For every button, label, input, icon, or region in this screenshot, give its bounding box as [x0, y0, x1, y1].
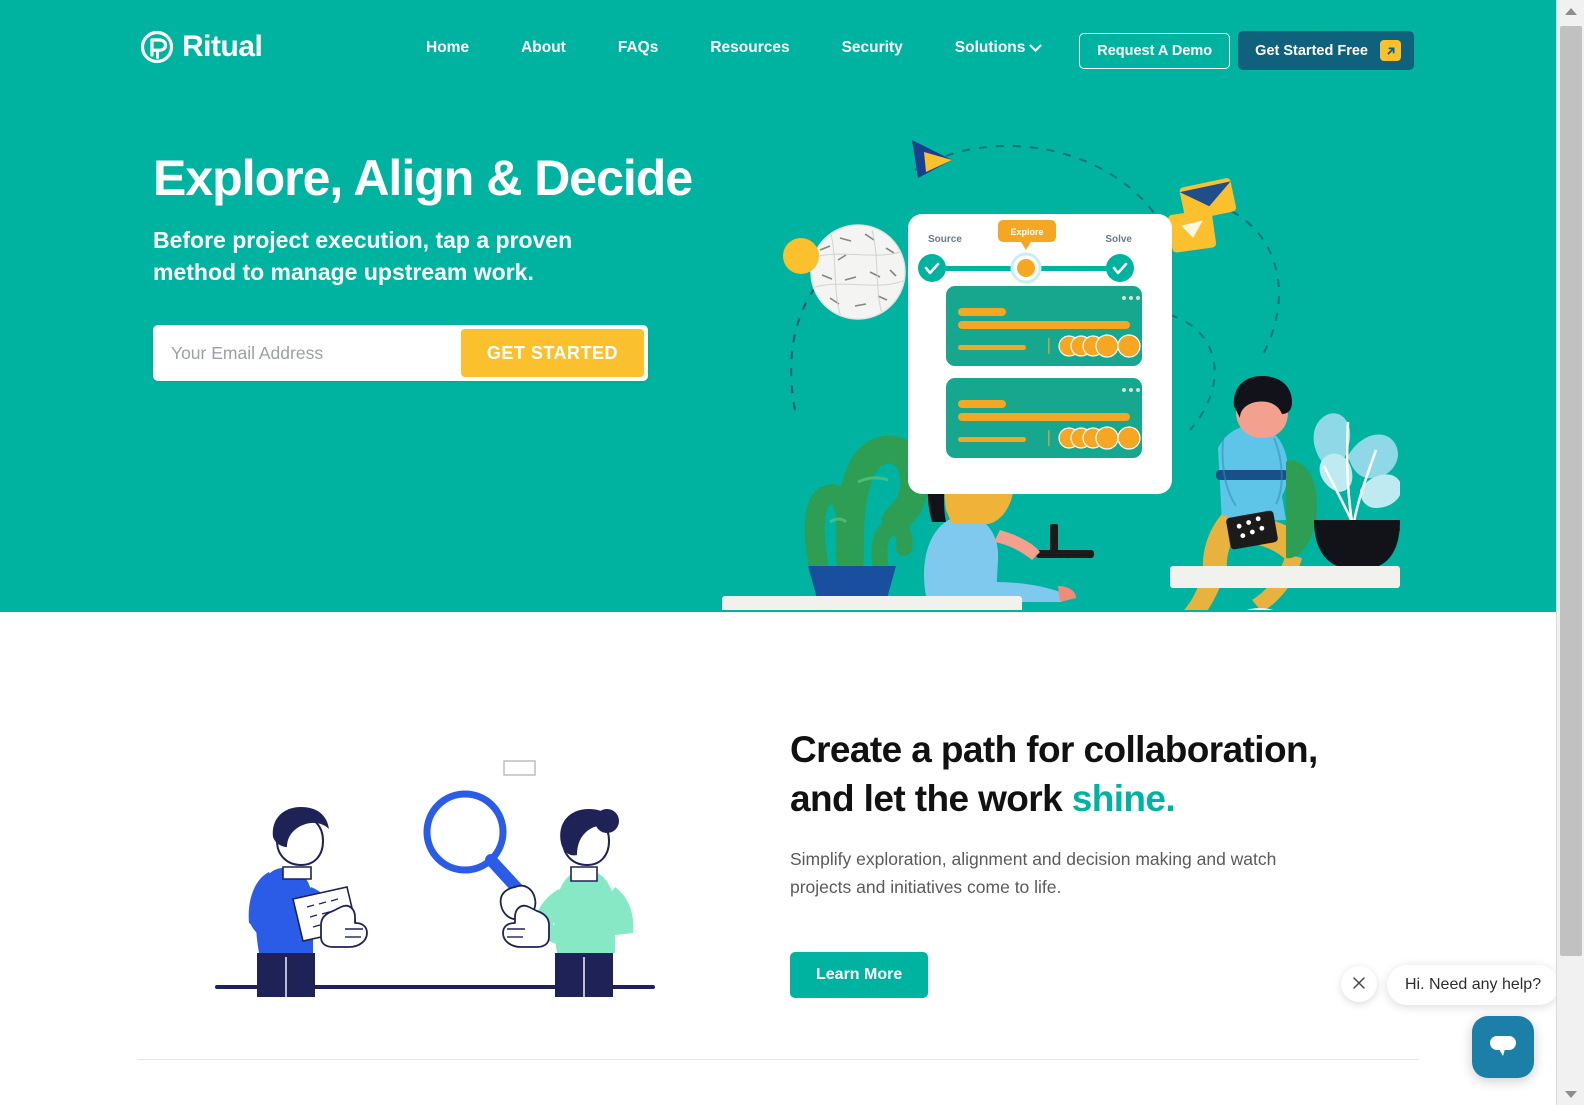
nav-links: Home About FAQs Resources Security Solut… — [400, 36, 1066, 60]
collaboration-section: Create a path for collaboration, and let… — [0, 612, 1556, 1105]
section-title: Create a path for collaboration, and let… — [790, 725, 1350, 823]
close-x-icon — [1351, 975, 1367, 994]
nav-label: About — [521, 39, 566, 56]
section-title-highlight: shine. — [1071, 778, 1176, 819]
get-started-free-button[interactable]: Get Started Free — [1238, 31, 1414, 70]
section-title-main: Create a path for collaboration, and let… — [790, 729, 1318, 819]
chat-greeting-text: Hi. Need any help? — [1405, 976, 1542, 993]
external-link-arrow-icon — [1380, 40, 1401, 61]
scrollbar-thumb[interactable] — [1560, 26, 1582, 956]
scroll-up-button[interactable] — [1557, 0, 1584, 22]
hero-section: Source Solve Explore Ritual Home About F… — [0, 0, 1556, 612]
hero-illustration: Source Solve Explore — [700, 130, 1400, 610]
nav-link-home[interactable]: Home — [400, 36, 495, 60]
nav-actions: Request A Demo Get Started Free — [1079, 31, 1414, 70]
scroll-down-button[interactable] — [1557, 1083, 1584, 1105]
learn-more-button[interactable]: Learn More — [790, 952, 929, 998]
email-input[interactable] — [157, 329, 461, 377]
page-root: Source Solve Explore Ritual Home About F… — [0, 0, 1584, 1105]
get-started-free-label: Get Started Free — [1255, 42, 1368, 59]
nav-label: Resources — [710, 39, 790, 56]
section-body-text: Simplify exploration, alignment and deci… — [790, 849, 1277, 897]
get-started-submit-button[interactable]: GET STARTED — [460, 329, 644, 377]
svg-text:Explore: Explore — [1010, 227, 1043, 237]
triangle-down-icon — [1565, 1090, 1577, 1098]
hero-title: Explore, Align & Decide — [153, 150, 693, 206]
ritual-logo-icon — [140, 30, 174, 64]
vertical-scrollbar[interactable] — [1556, 0, 1584, 1105]
hero-copy: Explore, Align & Decide Before project e… — [153, 148, 773, 288]
brand-logo[interactable]: Ritual — [140, 30, 263, 64]
request-demo-button[interactable]: Request A Demo — [1079, 32, 1231, 69]
chat-launcher-button[interactable] — [1472, 1016, 1534, 1078]
dashboard-card-graphic: Source Solve Explore — [908, 214, 1172, 494]
svg-text:Source: Source — [928, 234, 962, 245]
two-people-magnifying-glass-illustration — [215, 757, 655, 997]
chat-close-button[interactable] — [1341, 966, 1377, 1002]
nav-link-about[interactable]: About — [495, 36, 592, 60]
nav-label: Home — [426, 39, 470, 56]
chat-greeting-bubble[interactable]: Hi. Need any help? — [1387, 965, 1560, 1005]
collaboration-copy: Create a path for collaboration, and let… — [790, 725, 1350, 998]
nav-label: FAQs — [617, 39, 659, 56]
main-navbar: Ritual Home About FAQs Resources Securit… — [0, 0, 1556, 96]
brand-name: Ritual — [182, 30, 263, 63]
email-signup-form: GET STARTED — [153, 325, 648, 381]
triangle-up-icon — [1565, 7, 1577, 15]
section-divider — [137, 1059, 1419, 1060]
hero-subtitle: Before project execution, tap a proven m… — [153, 227, 573, 285]
nav-link-security[interactable]: Security — [816, 36, 929, 60]
nav-link-resources[interactable]: Resources — [684, 36, 815, 60]
browser-viewport: Source Solve Explore Ritual Home About F… — [0, 0, 1556, 1105]
nav-link-solutions[interactable]: Solutions — [929, 36, 1067, 60]
nav-link-faqs[interactable]: FAQs — [592, 36, 684, 60]
nav-label: Security — [841, 39, 903, 56]
nav-label: Solutions — [954, 39, 1026, 56]
chevron-down-icon — [1029, 38, 1043, 52]
svg-text:Solve: Solve — [1105, 234, 1132, 245]
chat-message-icon — [1488, 1033, 1518, 1062]
